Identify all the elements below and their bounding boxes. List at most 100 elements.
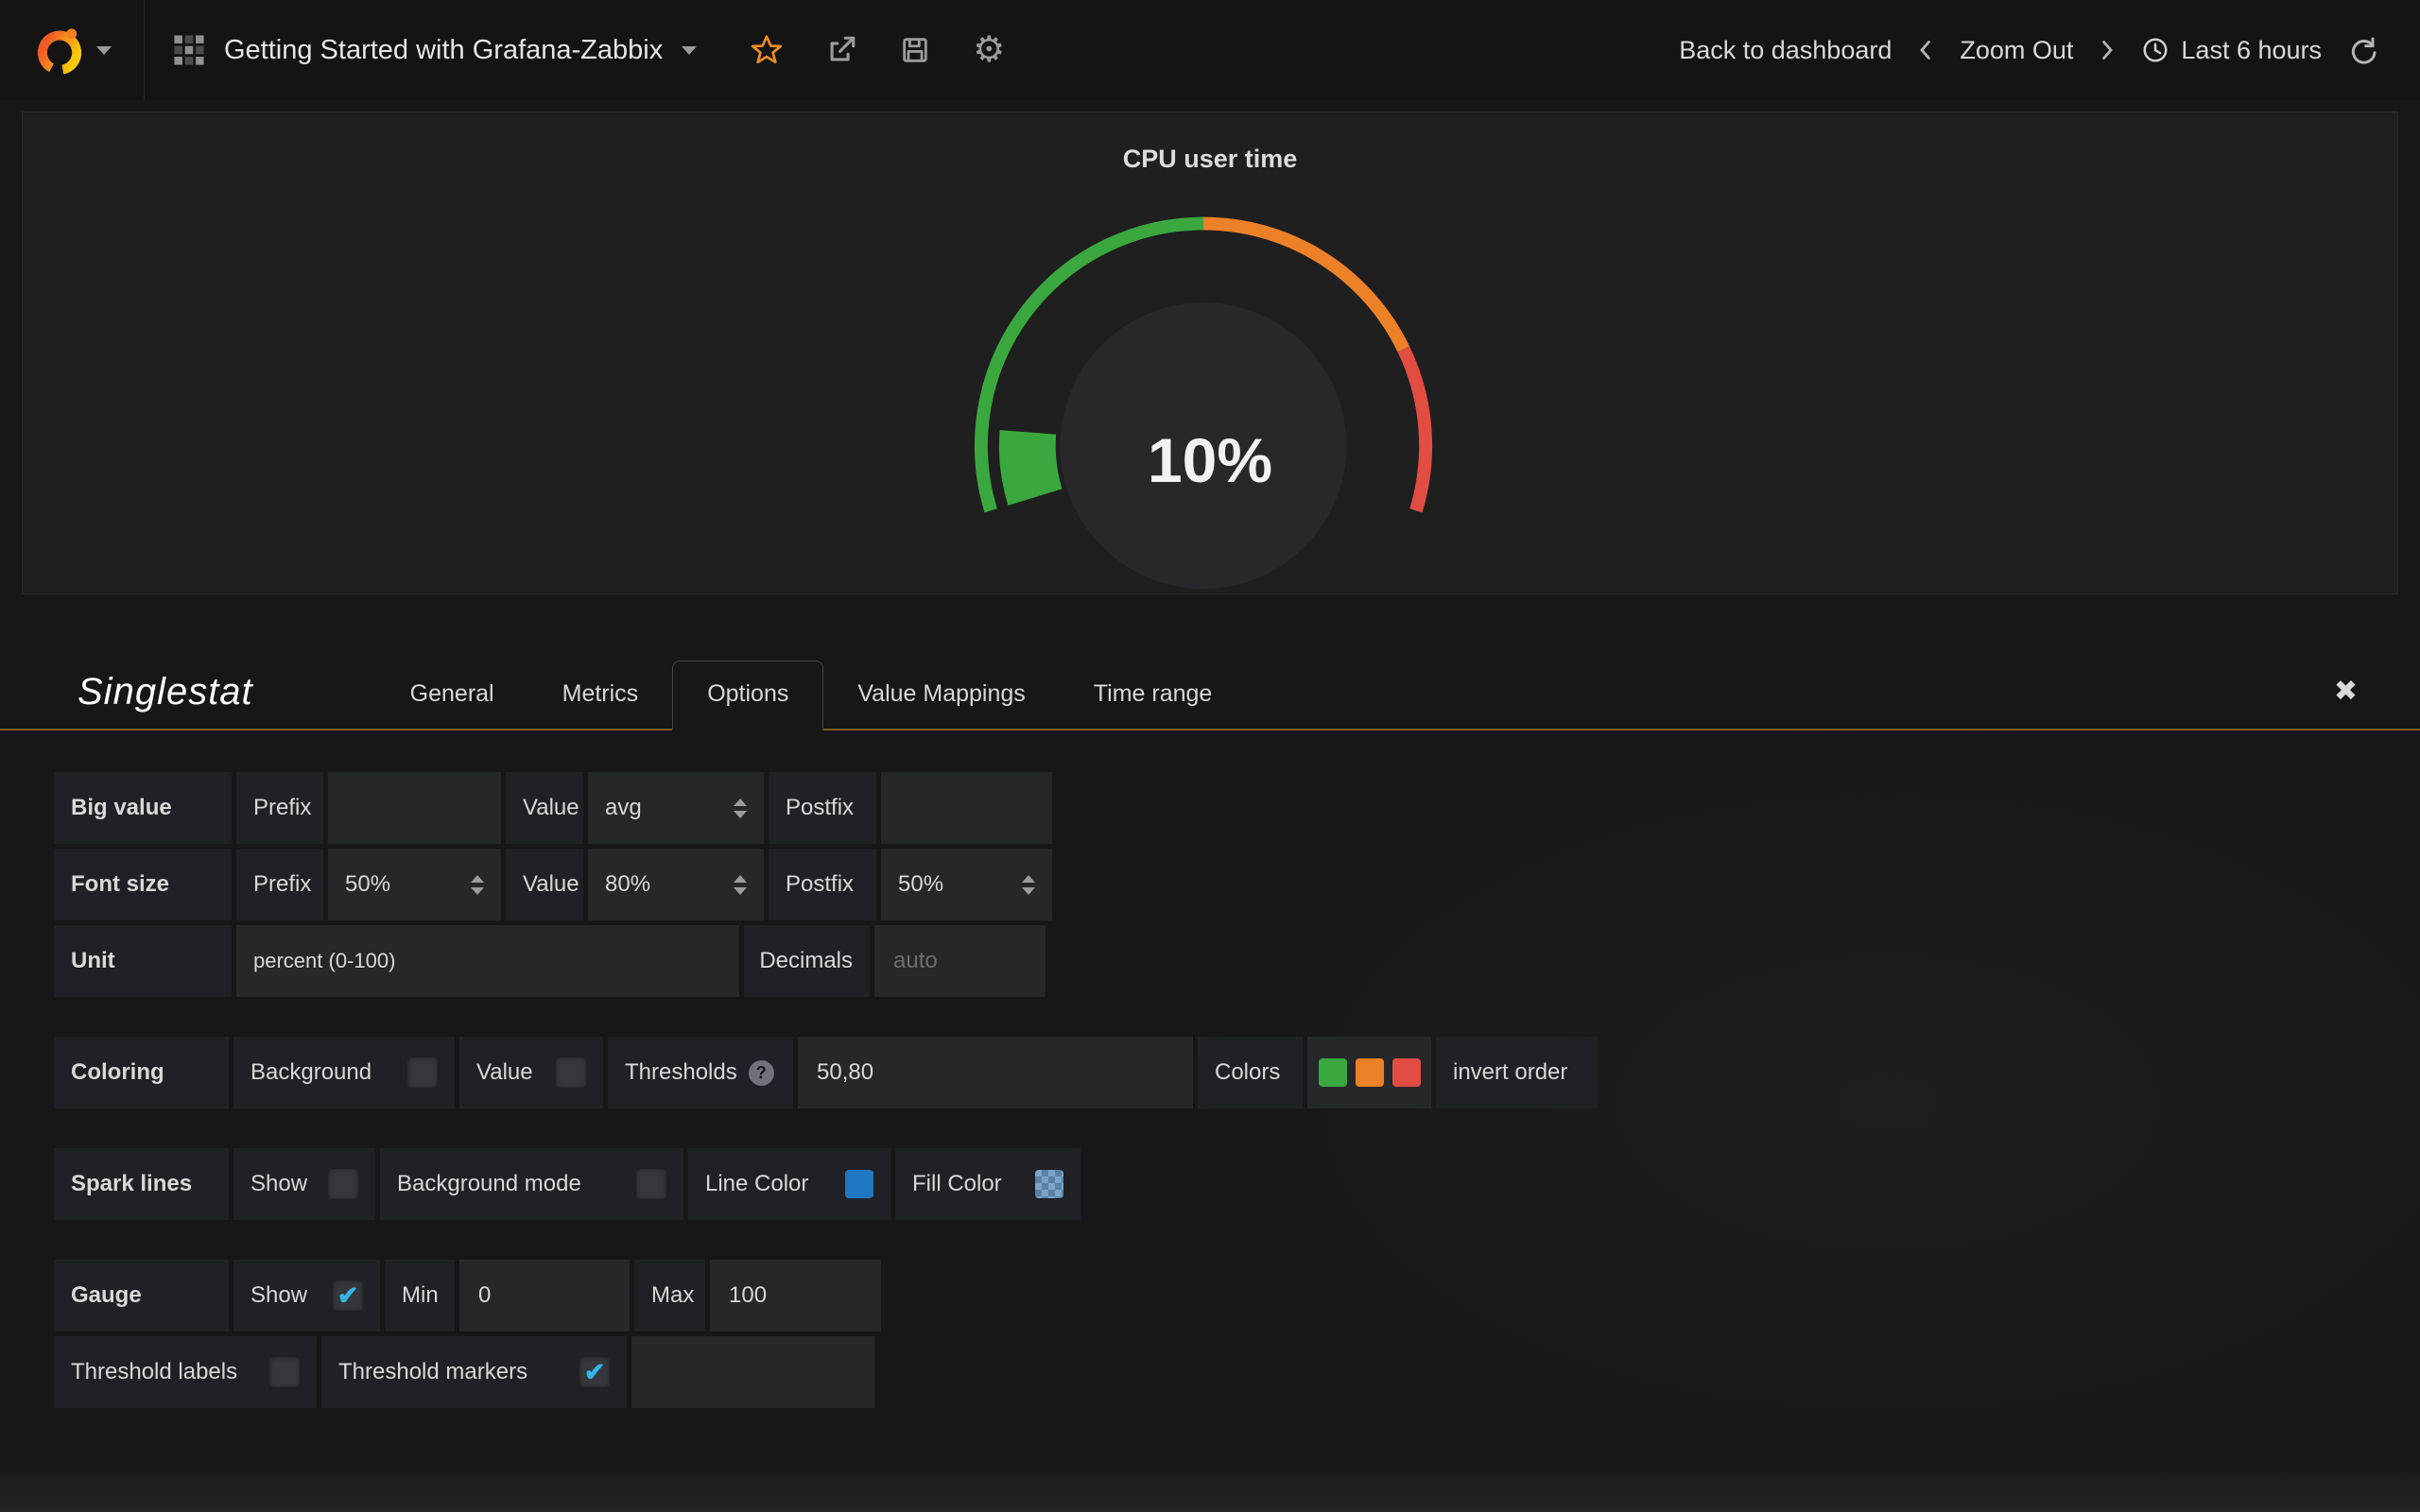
grafana-logo-menu[interactable] — [0, 0, 145, 100]
share-button[interactable] — [825, 34, 857, 66]
color-swatches-cell — [1307, 1037, 1431, 1108]
decimals-input[interactable] — [891, 947, 1028, 975]
tab-general[interactable]: General — [376, 662, 528, 729]
clock-icon — [2141, 36, 2169, 64]
gauge-min-input[interactable] — [476, 1281, 613, 1310]
check-icon: ✔ — [337, 1283, 359, 1309]
star-button[interactable] — [750, 33, 784, 67]
save-icon — [899, 34, 931, 66]
big-value-row: Big value Prefix Value avg Postfix — [54, 772, 2420, 844]
thresholds-label: Thresholds ? — [608, 1037, 793, 1108]
gauge-value-text: 10% — [23, 424, 2397, 496]
value-stat-select[interactable]: avg — [588, 772, 764, 844]
refresh-icon — [2348, 35, 2378, 65]
min-input-cell — [459, 1260, 630, 1332]
select-spinner-icon — [734, 875, 747, 895]
threshold-markers-checkbox[interactable]: ✔ — [579, 1357, 610, 1387]
value-checkbox[interactable]: ✔ — [556, 1057, 586, 1088]
close-editor-button[interactable]: ✖ — [2334, 675, 2358, 729]
threshold-labels-checkbox[interactable]: ✔ — [269, 1357, 300, 1387]
min-label: Min — [385, 1260, 455, 1332]
gauge-label: Gauge — [54, 1260, 229, 1332]
value-label: Value — [506, 772, 583, 844]
tab-time-range[interactable]: Time range — [1060, 662, 1247, 729]
unit-select[interactable]: percent (0-100) — [236, 925, 739, 997]
help-icon[interactable]: ? — [749, 1060, 774, 1086]
threshold-color-swatches — [1319, 1058, 1421, 1087]
value-size-select[interactable]: 80% — [588, 849, 764, 920]
coloring-value-option: Value ✔ — [459, 1037, 603, 1108]
gauge-show-option: Show ✔ — [233, 1260, 380, 1332]
share-icon — [825, 34, 857, 66]
time-picker-button[interactable]: Last 6 hours — [2141, 36, 2322, 65]
big-value-label: Big value — [54, 772, 232, 844]
dashboard-grid-icon — [173, 34, 205, 66]
postfix-label: Postfix — [769, 772, 876, 844]
postfix-input-cell — [881, 772, 1052, 844]
prefix-label: Prefix — [236, 849, 323, 920]
select-spinner-icon — [1022, 875, 1035, 895]
big-value-postfix-input[interactable] — [898, 794, 1035, 822]
coloring-row: Coloring Background ✔ Value ✔ Thresholds… — [54, 1037, 2420, 1108]
panel-type-title: Singlestat — [78, 671, 253, 729]
threshold-labels-option: Threshold labels ✔ — [54, 1336, 317, 1408]
navbar-actions: ⚙ — [750, 32, 1005, 68]
save-button[interactable] — [899, 34, 931, 66]
coloring-background-option: Background ✔ — [233, 1037, 455, 1108]
chevron-right-icon — [2100, 38, 2115, 62]
zoom-out-button[interactable]: Zoom Out — [1960, 36, 2073, 65]
gear-icon: ⚙ — [973, 32, 1005, 68]
gauge-row: Gauge Show ✔ Min Max — [54, 1260, 2420, 1332]
top-navbar: Getting Started with Grafana-Zabbix ⚙ Ba… — [0, 0, 2420, 100]
green-color-swatch[interactable] — [1319, 1058, 1347, 1087]
gauge-max-input[interactable] — [727, 1281, 864, 1310]
gauge-show-checkbox[interactable]: ✔ — [333, 1280, 363, 1311]
invert-order-button[interactable]: invert order — [1436, 1037, 1598, 1108]
orange-color-swatch[interactable] — [1356, 1058, 1384, 1087]
postfix-size-select[interactable]: 50% — [881, 849, 1052, 920]
background-checkbox[interactable]: ✔ — [407, 1057, 438, 1088]
options-editor: Big value Prefix Value avg Postfix Font … — [0, 730, 2420, 1408]
thresholds-input[interactable] — [815, 1058, 1176, 1087]
time-shift-right-button[interactable] — [2100, 38, 2115, 62]
fill-color-swatch[interactable] — [1035, 1170, 1063, 1198]
empty-cell — [631, 1336, 875, 1408]
refresh-button[interactable] — [2348, 35, 2378, 65]
select-spinner-icon — [734, 799, 747, 818]
tab-value-mappings[interactable]: Value Mappings — [823, 662, 1059, 729]
star-icon — [750, 33, 784, 67]
prefix-size-select[interactable]: 50% — [328, 849, 501, 920]
red-color-swatch[interactable] — [1392, 1058, 1421, 1087]
navbar-right: Back to dashboard Zoom Out Last 6 hours — [1679, 35, 2420, 65]
line-color-option: Line Color — [688, 1148, 890, 1220]
decimals-input-cell — [874, 925, 1046, 997]
font-size-label: Font size — [54, 849, 232, 920]
select-spinner-icon — [471, 875, 484, 895]
time-shift-left-button[interactable] — [1918, 38, 1933, 62]
postfix-label: Postfix — [769, 849, 876, 920]
spark-show-checkbox[interactable]: ✔ — [328, 1169, 358, 1199]
coloring-label: Coloring — [54, 1037, 229, 1108]
max-label: Max — [634, 1260, 705, 1332]
back-to-dashboard-button[interactable]: Back to dashboard — [1679, 36, 1892, 65]
gauge-threshold-row: Threshold labels ✔ Threshold markers ✔ — [54, 1336, 2420, 1408]
fill-color-overlay — [1035, 1170, 1063, 1198]
chevron-down-icon — [96, 46, 112, 55]
line-color-swatch[interactable] — [845, 1170, 873, 1198]
panel-editor-header: Singlestat General Metrics Options Value… — [0, 661, 2420, 730]
dashboard-title: Getting Started with Grafana-Zabbix — [224, 35, 663, 66]
fill-color-option: Fill Color — [895, 1148, 1080, 1220]
tab-metrics[interactable]: Metrics — [528, 662, 673, 729]
unit-row: Unit percent (0-100) Decimals — [54, 925, 2420, 997]
dashboard-picker[interactable]: Getting Started with Grafana-Zabbix — [145, 0, 725, 100]
decimals-label: Decimals — [744, 925, 870, 997]
spark-show-option: Show ✔ — [233, 1148, 375, 1220]
tab-options[interactable]: Options — [672, 661, 823, 730]
big-value-prefix-input[interactable] — [345, 794, 484, 822]
value-label: Value — [506, 849, 583, 920]
prefix-label: Prefix — [236, 772, 323, 844]
thresholds-input-cell — [798, 1037, 1193, 1108]
spark-background-mode-option: Background mode ✔ — [380, 1148, 683, 1220]
background-mode-checkbox[interactable]: ✔ — [636, 1169, 666, 1199]
settings-button[interactable]: ⚙ — [973, 32, 1005, 68]
